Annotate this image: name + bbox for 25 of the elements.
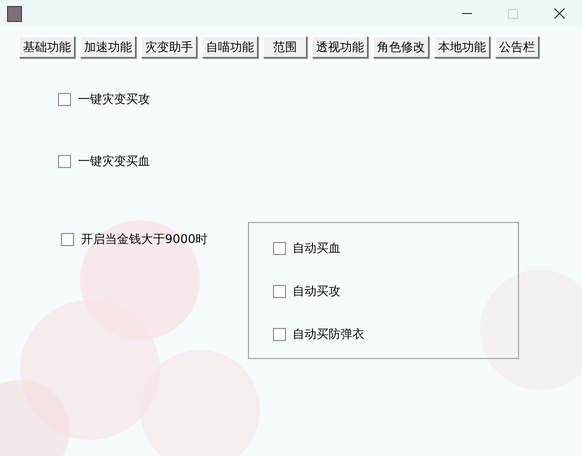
checkbox[interactable] xyxy=(272,242,286,254)
minimize-icon xyxy=(462,13,472,14)
checkbox-label: 自动买攻 xyxy=(292,283,341,300)
maximize-icon xyxy=(508,8,518,18)
checkbox-label: 一键灾变买血 xyxy=(78,153,150,170)
checkbox-label: 开启当金钱大于9000时 xyxy=(81,231,208,248)
tab-button[interactable]: 加速功能 xyxy=(80,36,136,58)
tab-button[interactable]: 范围 xyxy=(263,36,307,58)
tab-button[interactable]: 透视功能 xyxy=(312,36,368,58)
tab-button[interactable]: 角色修改 xyxy=(373,36,429,58)
tab-button[interactable]: 基础功能 xyxy=(19,36,75,58)
checkbox-label: 一键灾变买攻 xyxy=(78,91,150,108)
checkbox[interactable] xyxy=(272,328,286,340)
checkbox[interactable] xyxy=(58,92,71,106)
tab-button[interactable]: 公告栏 xyxy=(495,36,539,58)
tab-button[interactable]: 自喵功能 xyxy=(202,36,258,58)
app-icon xyxy=(7,6,22,22)
close-icon xyxy=(554,8,564,19)
checkbox[interactable] xyxy=(272,284,286,298)
tab-button[interactable]: 灾变助手 xyxy=(141,36,197,58)
checkbox[interactable] xyxy=(61,232,74,246)
tab-button[interactable]: 本地功能 xyxy=(434,36,490,58)
checkbox-label: 自动买血 xyxy=(292,240,341,257)
checkbox[interactable] xyxy=(58,154,71,168)
checkbox-label: 自动买防弹衣 xyxy=(292,326,365,343)
